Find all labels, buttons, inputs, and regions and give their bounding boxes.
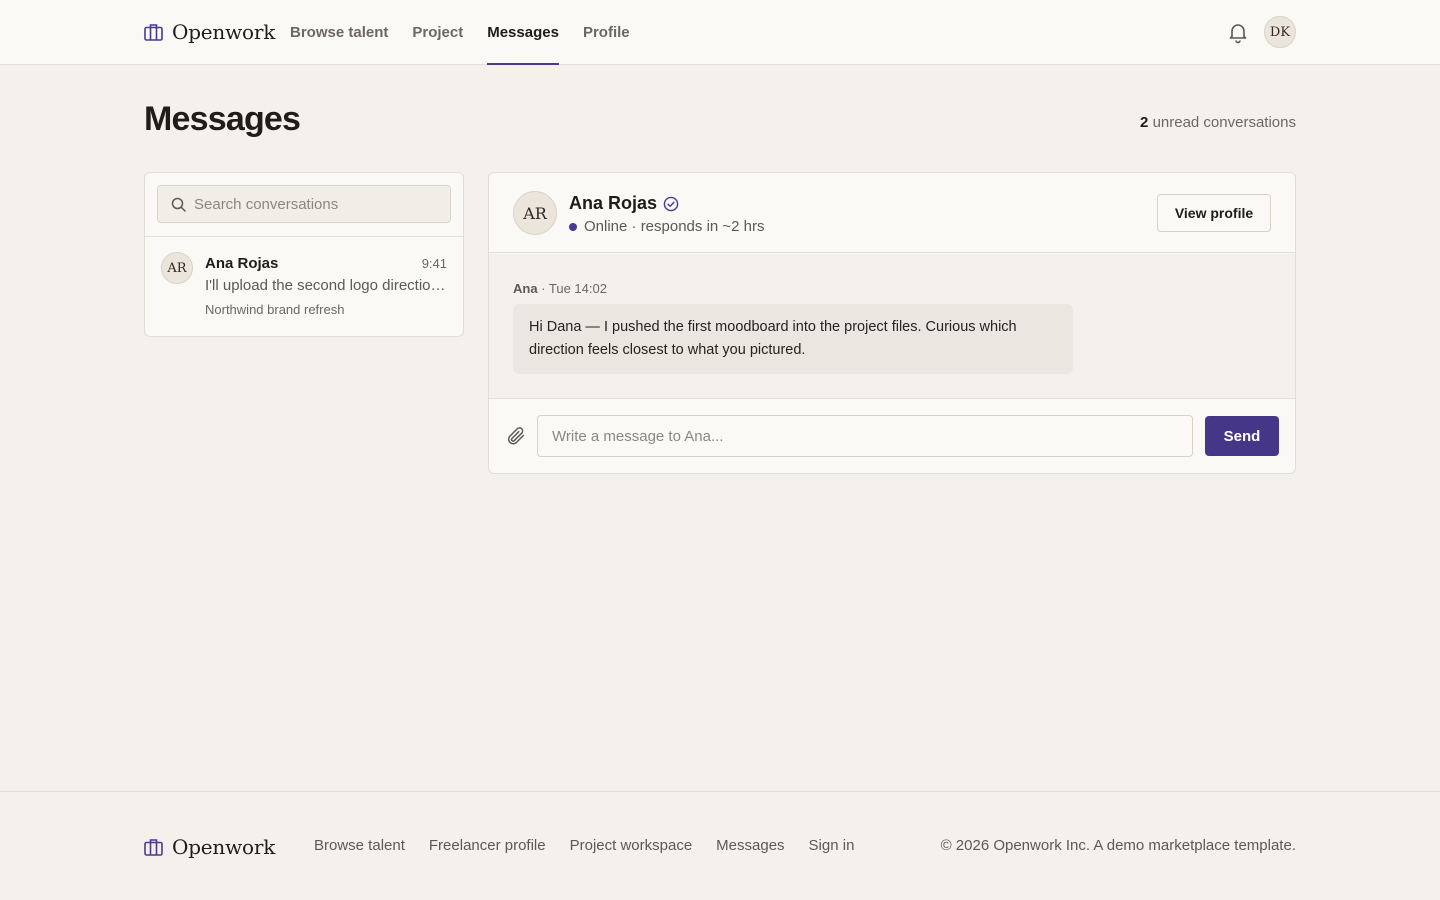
- brand-name: Openwork: [172, 20, 276, 44]
- main-nav: Browse talent Project Messages Profile: [290, 0, 654, 65]
- contact-name-row: Ana Rojas: [569, 193, 679, 214]
- page-title: Messages: [144, 100, 301, 138]
- message-bubble: Hi Dana — I pushed the first moodboard i…: [513, 304, 1073, 374]
- briefcase-icon: [144, 839, 163, 856]
- user-avatar[interactable]: DK: [1264, 16, 1296, 48]
- conversation-item[interactable]: AR Ana Rojas 9:41 I'll upload the second…: [145, 237, 463, 336]
- nav-project[interactable]: Project: [412, 0, 463, 64]
- message-meta: Ana · Tue 14:02: [513, 281, 607, 296]
- message-sender: Ana: [513, 281, 538, 296]
- footer-link-project-workspace[interactable]: Project workspace: [570, 837, 693, 854]
- unread-count: 2: [1140, 114, 1149, 131]
- message-time: · Tue 14:02: [541, 281, 607, 296]
- conversation-name: Ana Rojas: [205, 255, 279, 272]
- paperclip-icon[interactable]: [505, 425, 527, 447]
- unread-label: unread conversations: [1152, 114, 1296, 131]
- footer: Openwork Browse talent Freelancer profil…: [0, 791, 1440, 900]
- contact-status-text: Online · responds in ~2 hrs: [584, 218, 765, 235]
- footer-link-browse-talent[interactable]: Browse talent: [314, 837, 405, 854]
- brand-logo[interactable]: Openwork: [144, 19, 275, 45]
- conversation-time: 9:41: [421, 256, 447, 271]
- bell-icon[interactable]: [1226, 20, 1250, 44]
- footer-link-sign-in[interactable]: Sign in: [809, 837, 855, 854]
- contact-avatar: AR: [513, 191, 557, 235]
- verified-check-icon: [663, 196, 679, 211]
- conversation-preview: I'll upload the second logo direction by…: [205, 277, 447, 294]
- top-navigation-bar: Openwork Browse talent Project Messages …: [0, 0, 1440, 65]
- footer-link-messages[interactable]: Messages: [716, 837, 784, 854]
- conversation-avatar: AR: [161, 252, 193, 284]
- unread-count-label: 2 unread conversations: [1140, 114, 1296, 131]
- conversation-project: Northwind brand refresh: [205, 302, 345, 317]
- footer-nav: Browse talent Freelancer profile Project…: [314, 837, 854, 854]
- message-composer: Send: [489, 399, 1295, 473]
- message-thread: Ana · Tue 14:02 Hi Dana — I pushed the f…: [489, 254, 1295, 399]
- message-input[interactable]: [537, 415, 1193, 457]
- chat-panel: AR Ana Rojas Online · responds in ~2 hrs…: [488, 172, 1296, 474]
- nav-messages[interactable]: Messages: [487, 0, 559, 65]
- search-input[interactable]: [194, 186, 444, 222]
- search-icon: [171, 197, 186, 212]
- view-profile-button[interactable]: View profile: [1157, 194, 1271, 232]
- footer-link-freelancer-profile[interactable]: Freelancer profile: [429, 837, 546, 854]
- contact-status: Online · responds in ~2 hrs: [569, 218, 765, 235]
- online-status-dot: [569, 222, 577, 231]
- nav-profile[interactable]: Profile: [583, 0, 630, 64]
- chat-header: AR Ana Rojas Online · responds in ~2 hrs…: [489, 173, 1295, 253]
- footer-brand[interactable]: Openwork: [144, 834, 275, 860]
- footer-brand-name: Openwork: [172, 835, 276, 859]
- search-box: [157, 185, 451, 223]
- contact-name: Ana Rojas: [569, 193, 658, 213]
- nav-browse-talent[interactable]: Browse talent: [290, 0, 388, 64]
- send-button[interactable]: Send: [1205, 416, 1279, 456]
- conversation-list: AR Ana Rojas 9:41 I'll upload the second…: [144, 172, 464, 337]
- copyright: © 2026 Openwork Inc. A demo marketplace …: [940, 837, 1296, 854]
- briefcase-icon: [144, 24, 163, 41]
